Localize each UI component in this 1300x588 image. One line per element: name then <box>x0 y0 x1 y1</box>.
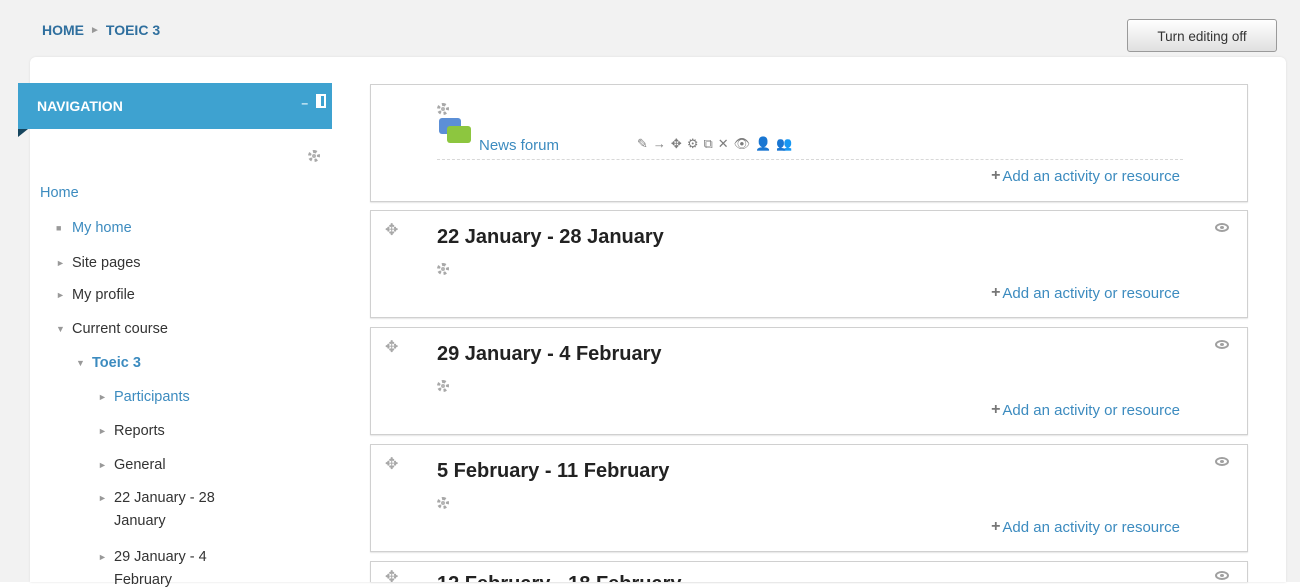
section-title[interactable]: 5 February - 11 February <box>437 460 669 483</box>
expand-arrow-icon: ► <box>56 258 65 268</box>
nav-item-my-profile[interactable]: ► My profile <box>56 287 135 303</box>
expand-arrow-icon: ► <box>98 392 107 402</box>
plus-icon: + <box>991 401 1001 418</box>
duplicate-icon[interactable]: ⧉ <box>703 136 712 152</box>
section-title[interactable]: 22 January - 28 January <box>437 226 664 249</box>
nav-item-week-29-jan-line2[interactable]: February <box>114 572 172 588</box>
nav-item-label: General <box>114 457 166 473</box>
nav-item-general[interactable]: ► General <box>98 457 166 473</box>
add-activity-label: Add an activity or resource <box>1002 401 1180 419</box>
move-section-icon[interactable]: ✥ <box>385 223 398 239</box>
expand-arrow-icon: ► <box>98 552 107 562</box>
move-icon[interactable]: ✥ <box>671 136 682 152</box>
add-activity-button[interactable]: + Add an activity or resource <box>991 401 1180 419</box>
news-forum-link[interactable]: News forum <box>479 137 559 154</box>
eye-icon[interactable] <box>1215 457 1229 466</box>
turn-editing-off-button[interactable]: Turn editing off <box>1127 19 1277 52</box>
settings-icon[interactable]: ⚙ <box>687 136 699 152</box>
section-settings-gear-icon[interactable] <box>437 103 449 115</box>
collapse-arrow-icon: ▼ <box>56 324 65 334</box>
nav-item-label: Participants <box>114 389 190 405</box>
nav-item-week-22-jan[interactable]: ► 22 January - 28 <box>98 490 215 506</box>
hide-icon[interactable]: 👁 <box>734 136 751 152</box>
section-settings-gear-icon[interactable] <box>437 497 449 509</box>
add-activity-button[interactable]: + Add an activity or resource <box>991 284 1180 302</box>
nav-item-label: My home <box>72 220 132 236</box>
nav-item-label: February <box>114 572 173 588</box>
navigation-tree: Home ■ My home ► Site pages ► My profile… <box>0 0 340 588</box>
section-title[interactable]: 29 January - 4 February <box>437 343 662 366</box>
add-activity-label: Add an activity or resource <box>1002 284 1180 302</box>
plus-icon: + <box>991 284 1001 301</box>
course-section-week: ✥ 5 February - 11 February + Add an acti… <box>370 444 1248 552</box>
nav-item-toeic-3[interactable]: ▼ Toeic 3 <box>76 355 141 371</box>
eye-icon[interactable] <box>1215 223 1229 232</box>
nav-item-label: Toeic 3 <box>92 355 141 371</box>
eye-icon[interactable] <box>1215 571 1229 580</box>
bullet-icon: ■ <box>56 223 62 233</box>
section-settings-gear-icon[interactable] <box>437 263 449 275</box>
nav-item-reports[interactable]: ► Reports <box>98 423 165 439</box>
nav-item-week-22-jan-line2[interactable]: January <box>114 513 166 529</box>
nav-item-label: Current course <box>72 321 168 337</box>
expand-arrow-icon: ► <box>98 460 107 470</box>
nav-item-my-home[interactable]: ■ My home <box>56 220 132 236</box>
plus-icon: + <box>991 167 1001 184</box>
course-section-week: ✥ 12 February - 18 February <box>370 561 1248 582</box>
move-section-icon[interactable]: ✥ <box>385 340 398 356</box>
course-section-week: ✥ 22 January - 28 January + Add an activ… <box>370 210 1248 318</box>
nav-item-label: 29 January - 4 <box>114 549 207 565</box>
nav-item-label: My profile <box>72 287 135 303</box>
move-section-icon[interactable]: ✥ <box>385 457 398 473</box>
forum-icon <box>439 118 471 146</box>
nav-item-label: Site pages <box>72 255 141 271</box>
nav-item-week-29-jan[interactable]: ► 29 January - 4 <box>98 549 207 565</box>
add-activity-label: Add an activity or resource <box>1002 518 1180 536</box>
nav-item-site-pages[interactable]: ► Site pages <box>56 255 141 271</box>
nav-item-label: 22 January - 28 <box>114 490 215 506</box>
move-section-icon[interactable]: ✥ <box>385 570 398 583</box>
nav-item-label: Home <box>40 185 79 201</box>
expand-arrow-icon: ► <box>98 426 107 436</box>
edit-title-icon[interactable]: ✎ <box>637 136 648 152</box>
delete-icon[interactable]: ✕ <box>718 136 729 152</box>
nav-item-label: January <box>114 513 166 529</box>
assign-roles-icon[interactable]: 👥 <box>776 136 792 152</box>
nav-item-label: Reports <box>114 423 165 439</box>
add-activity-button[interactable]: + Add an activity or resource <box>991 167 1180 185</box>
nav-item-home[interactable]: Home <box>40 185 79 201</box>
group-mode-icon[interactable]: 👤 <box>755 136 771 152</box>
expand-arrow-icon: ► <box>56 290 65 300</box>
plus-icon: + <box>991 518 1001 535</box>
nav-item-current-course[interactable]: ▼ Current course <box>56 321 168 337</box>
expand-arrow-icon: ► <box>98 493 107 503</box>
move-right-icon[interactable]: → <box>653 136 666 152</box>
section-title[interactable]: 12 February - 18 February <box>437 573 682 582</box>
course-section-general: News forum ✎ → ✥ ⚙ ⧉ ✕ 👁 👤 👥 + Add an ac… <box>370 84 1248 202</box>
activity-edit-icons: ✎ → ✥ ⚙ ⧉ ✕ 👁 👤 👥 <box>637 136 793 152</box>
eye-icon[interactable] <box>1215 340 1229 349</box>
nav-item-participants[interactable]: ► Participants <box>98 389 190 405</box>
collapse-arrow-icon: ▼ <box>76 358 85 368</box>
add-activity-label: Add an activity or resource <box>1002 167 1180 185</box>
course-section-week: ✥ 29 January - 4 February + Add an activ… <box>370 327 1248 435</box>
activity-divider <box>437 159 1183 160</box>
section-settings-gear-icon[interactable] <box>437 380 449 392</box>
add-activity-button[interactable]: + Add an activity or resource <box>991 518 1180 536</box>
